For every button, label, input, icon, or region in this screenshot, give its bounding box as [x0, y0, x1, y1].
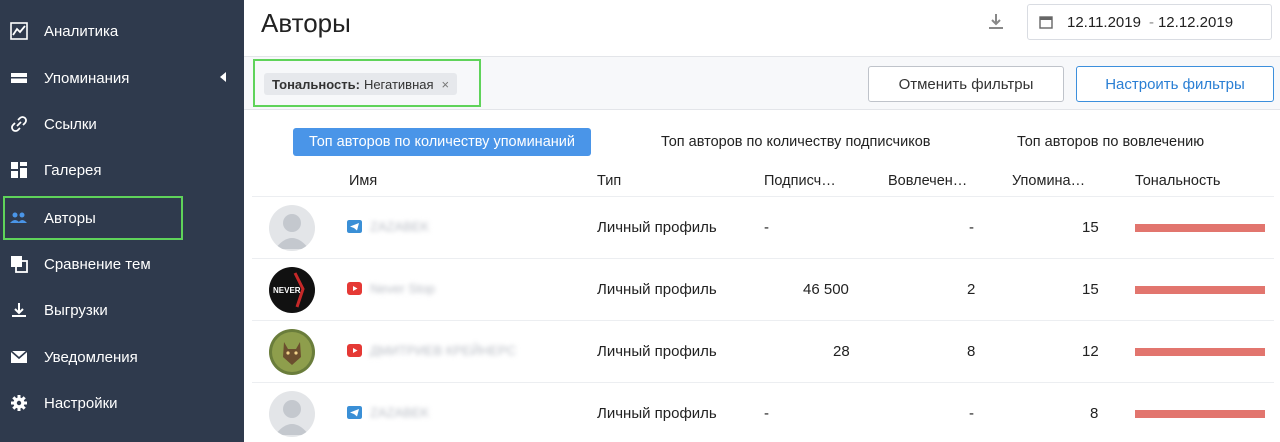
author-type: Личный профиль [597, 281, 717, 298]
column-header-type[interactable]: Тип [597, 173, 621, 189]
link-icon [9, 114, 29, 134]
tonality-bar [1135, 410, 1265, 418]
telegram-icon [347, 220, 362, 233]
sidebar-item-settings[interactable]: Настройки [0, 381, 244, 425]
date-range-picker[interactable]: 12.11.2019 - 12.12.2019 [1027, 4, 1272, 40]
engagement-value: - [969, 219, 974, 236]
avatar[interactable]: NEVER [269, 267, 315, 313]
svg-text:NEVER: NEVER [273, 286, 301, 295]
tab-top-by-subscribers[interactable]: Топ авторов по количеству подписчиков [661, 128, 930, 156]
tonality-bar [1135, 286, 1265, 294]
subscribers-value: - [764, 405, 769, 422]
date-separator: - [1148, 13, 1154, 31]
chevron-left-icon[interactable] [220, 72, 226, 82]
sidebar-item-label: Упоминания [44, 69, 130, 87]
filter-chip-value: Негативная [363, 76, 434, 92]
youtube-icon [347, 282, 362, 295]
author-type: Личный профиль [597, 343, 717, 360]
calendar-icon [1039, 16, 1053, 29]
avatar[interactable] [269, 391, 315, 437]
engagement-value: 8 [967, 343, 976, 360]
sidebar-item-label: Авторы [44, 209, 96, 227]
gear-icon [9, 393, 29, 413]
reset-filters-button[interactable]: Отменить фильтры [868, 66, 1064, 102]
date-from: 12.11.2019 [1067, 13, 1141, 31]
sidebar-item-label: Аналитика [44, 22, 119, 40]
sidebar-item-label: Галерея [44, 161, 102, 179]
download-icon [9, 300, 29, 320]
active-filters-highlight: Тональность: Негативная × [253, 59, 481, 107]
author-name[interactable]: ZAZABEK [370, 219, 429, 234]
tonality-bar [1135, 224, 1265, 232]
page-title: Авторы [261, 8, 351, 38]
mentions-value: 15 [1082, 281, 1099, 298]
author-type: Личный профиль [597, 405, 717, 422]
authors-icon [9, 208, 29, 228]
sidebar-item-analytics[interactable]: Аналитика [0, 9, 244, 53]
author-name[interactable]: ZAZABEK [370, 405, 429, 420]
mentions-icon [9, 68, 29, 88]
youtube-icon [347, 344, 362, 357]
engagement-value: 2 [967, 281, 976, 298]
sidebar-item-mentions[interactable]: Упоминания [0, 56, 244, 100]
sidebar-item-label: Настройки [44, 394, 118, 412]
sidebar-item-notifications[interactable]: Уведомления [0, 335, 244, 379]
mail-icon [9, 347, 29, 367]
filter-bar: Тональность: Негативная × Отменить фильт… [244, 56, 1280, 110]
download-icon[interactable] [988, 13, 1004, 31]
sidebar-item-label: Выгрузки [44, 301, 108, 319]
main-panel: Авторы 12.11.2019 - 12.12.2019 Тональнос… [244, 0, 1280, 442]
sidebar: Аналитика Упоминания Ссылки Галерея Авто… [0, 0, 244, 442]
author-name[interactable]: Never Stop [370, 281, 435, 296]
table-row[interactable]: NEVER Never Stop Личный профиль 46 500 2… [252, 258, 1274, 320]
sidebar-item-gallery[interactable]: Галерея [0, 148, 244, 192]
avatar[interactable] [269, 329, 315, 375]
column-header-mentions[interactable]: Упомина… [1012, 173, 1085, 189]
mentions-value: 8 [1090, 405, 1099, 422]
sidebar-item-label: Уведомления [44, 348, 138, 366]
subscribers-value: - [764, 219, 769, 236]
sidebar-item-compare[interactable]: Сравнение тем [0, 242, 244, 286]
column-header-engagement[interactable]: Вовлечен… [888, 173, 967, 189]
author-type: Личный профиль [597, 219, 717, 236]
table-row[interactable]: ДМИТРИЕВ КРЕЙНЕРС Личный профиль 28 8 12 [252, 320, 1274, 382]
setup-filters-button[interactable]: Настроить фильтры [1076, 66, 1274, 102]
gallery-icon [9, 160, 29, 180]
sidebar-item-links[interactable]: Ссылки [0, 102, 244, 146]
column-header-subscribers[interactable]: Подписч… [764, 173, 836, 189]
tonality-bar [1135, 348, 1265, 356]
avatar[interactable] [269, 205, 315, 251]
tab-top-by-mentions[interactable]: Топ авторов по количеству упоминаний [293, 128, 591, 156]
table-row[interactable]: ZAZABEK Личный профиль - - 8 [252, 382, 1274, 442]
subscribers-value: 28 [833, 343, 850, 360]
author-name[interactable]: ДМИТРИЕВ КРЕЙНЕРС [370, 343, 516, 358]
column-header-name[interactable]: Имя [349, 173, 377, 189]
engagement-value: - [969, 405, 974, 422]
sidebar-item-label: Сравнение тем [44, 255, 151, 273]
mentions-value: 12 [1082, 343, 1099, 360]
tab-top-by-engagement[interactable]: Топ авторов по вовлечению [1017, 128, 1204, 156]
telegram-icon [347, 406, 362, 419]
filter-chip-key: Тональность: [272, 76, 360, 92]
chart-icon [9, 21, 29, 41]
compare-icon [9, 254, 29, 274]
authors-table-card: Топ авторов по количеству упоминаний Топ… [252, 118, 1274, 440]
mentions-value: 15 [1082, 219, 1099, 236]
column-header-tonality[interactable]: Тональность [1135, 173, 1220, 189]
date-to: 12.12.2019 [1157, 13, 1234, 31]
sidebar-item-exports[interactable]: Выгрузки [0, 288, 244, 332]
table-row[interactable]: ZAZABEK Личный профиль - - 15 [252, 196, 1274, 258]
subscribers-value: 46 500 [803, 281, 849, 298]
close-icon[interactable]: × [442, 77, 450, 92]
sidebar-item-authors[interactable]: Авторы [3, 196, 183, 240]
sidebar-item-label: Ссылки [44, 115, 97, 133]
filter-chip-tonality[interactable]: Тональность: Негативная × [264, 73, 458, 95]
